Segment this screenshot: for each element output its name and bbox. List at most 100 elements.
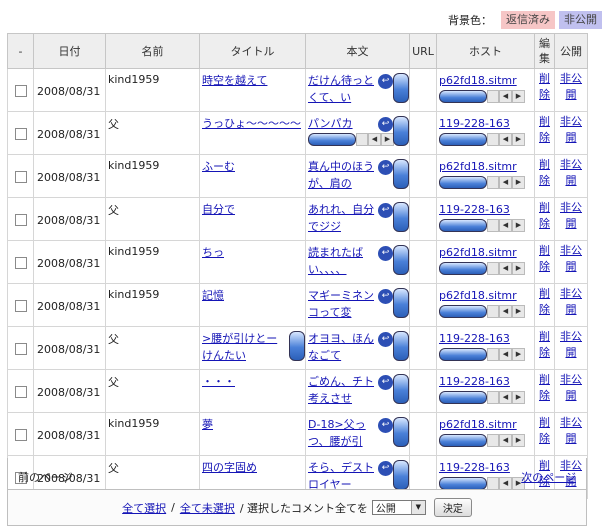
scrollbar-thumb[interactable]	[439, 390, 487, 404]
host-link[interactable]: 119-228-163	[439, 373, 522, 390]
host-scrollbar[interactable]: ◀ ▶	[439, 304, 532, 318]
host-scrollbar[interactable]: ◀ ▶	[439, 132, 532, 146]
title-link[interactable]: 記憶	[202, 287, 303, 321]
scrollbar-thumb[interactable]	[439, 132, 487, 146]
title-link[interactable]: 時空を越えて	[202, 72, 303, 106]
visibility-link[interactable]: 非公開	[557, 114, 585, 146]
bulk-visibility-select[interactable]: 公開 ▼	[371, 500, 426, 515]
deselect-all-link[interactable]: 全て未選択	[180, 500, 235, 516]
host-link[interactable]: p62fd18.sitmr	[439, 72, 522, 89]
visibility-link[interactable]: 非公開	[557, 71, 585, 103]
delete-link[interactable]: 削除	[537, 372, 552, 404]
row-checkbox[interactable]	[14, 170, 27, 183]
scroll-left-icon[interactable]: ◀	[499, 89, 512, 103]
body-link[interactable]: マギーミネンコって変	[308, 287, 377, 321]
scrollbar-thumb[interactable]	[439, 304, 487, 318]
body-link[interactable]: あれれ、自分でジジ	[308, 201, 377, 235]
reply-arrow-icon[interactable]: ↩	[378, 289, 393, 304]
delete-link[interactable]: 削除	[537, 243, 552, 275]
delete-link[interactable]: 削除	[537, 71, 552, 103]
scroll-left-icon[interactable]: ◀	[499, 175, 512, 189]
scrollbar-thumb[interactable]	[308, 132, 356, 146]
host-scrollbar[interactable]: ◀ ▶	[439, 261, 532, 275]
body-link[interactable]: 読まれたばい、、、、	[308, 244, 377, 278]
visibility-link[interactable]: 非公開	[557, 415, 585, 447]
body-link[interactable]: D-18>父っつ、腰が引	[308, 416, 377, 450]
visibility-link[interactable]: 非公開	[557, 372, 585, 404]
body-link[interactable]: だけん待っとくて、い	[308, 72, 377, 106]
host-scrollbar[interactable]: ◀ ▶	[439, 390, 532, 404]
visibility-link[interactable]: 非公開	[557, 157, 585, 189]
scrollbar-thumb[interactable]	[439, 89, 487, 103]
delete-link[interactable]: 削除	[537, 329, 552, 361]
reply-arrow-icon[interactable]: ↩	[378, 160, 393, 175]
row-checkbox[interactable]	[14, 213, 27, 226]
reply-arrow-icon[interactable]: ↩	[378, 74, 393, 89]
delete-link[interactable]: 削除	[537, 286, 552, 318]
title-link[interactable]: ちっ	[202, 244, 303, 278]
scrollbar-thumb[interactable]	[439, 433, 487, 447]
scroll-right-icon[interactable]: ▶	[512, 261, 525, 275]
host-scrollbar[interactable]: ◀ ▶	[439, 175, 532, 189]
host-link[interactable]: p62fd18.sitmr	[439, 416, 522, 433]
title-link[interactable]: ・・・	[202, 373, 303, 407]
body-link[interactable]: 真ん中のほうが、肩の	[308, 158, 377, 192]
host-scrollbar[interactable]: ◀ ▶	[439, 433, 532, 447]
scroll-left-icon[interactable]: ◀	[499, 132, 512, 146]
visibility-link[interactable]: 非公開	[557, 243, 585, 275]
select-all-link[interactable]: 全て選択	[122, 500, 166, 516]
delete-link[interactable]: 削除	[537, 114, 552, 146]
row-checkbox[interactable]	[14, 299, 27, 312]
reply-arrow-icon[interactable]: ↩	[378, 203, 393, 218]
reply-arrow-icon[interactable]: ↩	[378, 117, 393, 132]
scroll-right-icon[interactable]: ▶	[512, 390, 525, 404]
scroll-right-icon[interactable]: ▶	[512, 433, 525, 447]
scroll-right-icon[interactable]: ▶	[512, 304, 525, 318]
reply-arrow-icon[interactable]: ↩	[378, 246, 393, 261]
body-link[interactable]: オヨヨ、ほんなごて	[308, 330, 377, 364]
delete-link[interactable]: 削除	[537, 200, 552, 232]
scroll-left-icon[interactable]: ◀	[499, 218, 512, 232]
scrollbar-thumb[interactable]	[439, 261, 487, 275]
title-link[interactable]: 自分で	[202, 201, 303, 235]
scroll-right-icon[interactable]: ▶	[512, 347, 525, 361]
scroll-right-icon[interactable]: ▶	[512, 132, 525, 146]
host-link[interactable]: 119-228-163	[439, 201, 522, 218]
scroll-left-icon[interactable]: ◀	[499, 390, 512, 404]
next-page-link[interactable]: 次のページ	[521, 469, 576, 485]
row-checkbox[interactable]	[14, 428, 27, 441]
scroll-left-icon[interactable]: ◀	[499, 433, 512, 447]
scroll-right-icon[interactable]: ▶	[512, 89, 525, 103]
scroll-left-icon[interactable]: ◀	[499, 347, 512, 361]
host-link[interactable]: 119-228-163	[439, 330, 522, 347]
scroll-left-icon[interactable]: ◀	[368, 132, 381, 146]
row-checkbox[interactable]	[14, 84, 27, 97]
host-link[interactable]: p62fd18.sitmr	[439, 287, 522, 304]
row-checkbox[interactable]	[14, 127, 27, 140]
host-scrollbar[interactable]: ◀ ▶	[439, 89, 532, 103]
reply-arrow-icon[interactable]: ↩	[378, 332, 393, 347]
row-checkbox[interactable]	[14, 385, 27, 398]
title-link[interactable]: うっひょ〜〜〜〜〜	[202, 115, 303, 149]
host-scrollbar[interactable]: ◀ ▶	[439, 347, 532, 361]
scroll-right-icon[interactable]: ▶	[512, 175, 525, 189]
delete-link[interactable]: 削除	[537, 157, 552, 189]
visibility-link[interactable]: 非公開	[557, 200, 585, 232]
host-link[interactable]: p62fd18.sitmr	[439, 158, 522, 175]
scrollbar-thumb[interactable]	[439, 347, 487, 361]
title-link[interactable]: >腰が引けとーけんたい	[202, 330, 287, 364]
host-link[interactable]: 119-228-163	[439, 115, 522, 132]
visibility-link[interactable]: 非公開	[557, 329, 585, 361]
title-link[interactable]: 夢	[202, 416, 303, 450]
row-checkbox[interactable]	[14, 256, 27, 269]
visibility-link[interactable]: 非公開	[557, 286, 585, 318]
scroll-right-icon[interactable]: ▶	[512, 218, 525, 232]
title-link[interactable]: ふーむ	[202, 158, 303, 192]
host-link[interactable]: p62fd18.sitmr	[439, 244, 522, 261]
reply-arrow-icon[interactable]: ↩	[378, 418, 393, 433]
submit-button[interactable]: 決定	[433, 498, 472, 517]
scroll-left-icon[interactable]: ◀	[499, 304, 512, 318]
scrollbar-thumb[interactable]	[439, 175, 487, 189]
scrollbar-thumb[interactable]	[439, 218, 487, 232]
reply-arrow-icon[interactable]: ↩	[378, 375, 393, 390]
